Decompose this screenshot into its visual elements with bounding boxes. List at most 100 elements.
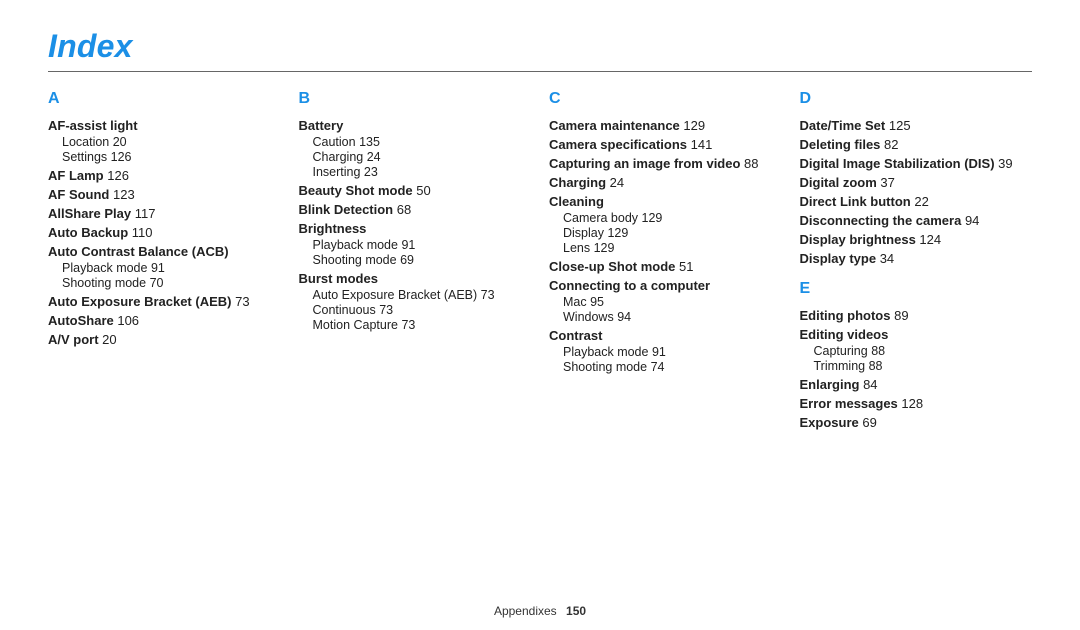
index-topic: AF Sound 123	[48, 187, 281, 202]
index-topic: Auto Contrast Balance (ACB)	[48, 244, 281, 259]
index-subtopic: Settings 126	[62, 150, 281, 164]
index-column: A AF-assist light Location 20Settings 126 A…	[48, 90, 281, 432]
index-column: C Camera maintenance 129 Camera specificat…	[549, 90, 782, 432]
page-ref: 73	[481, 288, 495, 302]
index-topic: Disconnecting the camera 94	[800, 213, 1033, 228]
index-subtopic: Capturing 88	[814, 344, 1033, 358]
letter-heading: B	[299, 90, 532, 108]
index-topic: Date/Time Set 125	[800, 118, 1033, 133]
index-topic: Blink Detection 68	[299, 202, 532, 217]
page-ref: 22	[914, 194, 928, 209]
index-subtopic: Motion Capture 73	[313, 318, 532, 332]
page-ref: 106	[117, 313, 139, 328]
index-subtopic: Location 20	[62, 135, 281, 149]
index-topic: Close-up Shot mode 51	[549, 259, 782, 274]
index-subtopic: Continuous 73	[313, 303, 532, 317]
page-ref: 126	[111, 150, 132, 164]
index-topic: Auto Exposure Bracket (AEB) 73	[48, 294, 281, 309]
index-topic: Battery	[299, 118, 532, 133]
page-ref: 117	[135, 206, 156, 221]
index-subtopic: Inserting 23	[313, 165, 532, 179]
index-subtopic: Auto Exposure Bracket (AEB) 73	[313, 288, 532, 302]
page-ref: 126	[107, 168, 129, 183]
index-topic: A/V port 20	[48, 332, 281, 347]
page-footer: Appendixes 150	[0, 604, 1080, 618]
index-topic: Editing videos	[800, 327, 1033, 342]
page-ref: 123	[113, 187, 135, 202]
index-topic: Capturing an image from video 88	[549, 156, 782, 171]
page-ref: 89	[894, 308, 908, 323]
page-ref: 128	[901, 396, 923, 411]
index-subtopic: Camera body 129	[563, 211, 782, 225]
page-ref: 20	[102, 332, 116, 347]
index-subtopic: Shooting mode 70	[62, 276, 281, 290]
page-ref: 70	[150, 276, 164, 290]
index-topic: Exposure 69	[800, 415, 1033, 430]
index-topic: Error messages 128	[800, 396, 1033, 411]
index-columns: A AF-assist light Location 20Settings 126 A…	[48, 90, 1032, 432]
page-ref: 69	[400, 253, 414, 267]
index-topic: Display brightness 124	[800, 232, 1033, 247]
page-ref: 24	[610, 175, 624, 190]
index-topic: Brightness	[299, 221, 532, 236]
page-ref: 129	[594, 241, 615, 255]
page-ref: 91	[652, 345, 666, 359]
letter-heading: E	[800, 280, 1033, 298]
index-topic: Camera maintenance 129	[549, 118, 782, 133]
index-topic: AutoShare 106	[48, 313, 281, 328]
page-ref: 51	[679, 259, 693, 274]
page-ref: 94	[617, 310, 631, 324]
letter-heading: D	[800, 90, 1033, 108]
page-ref: 73	[401, 318, 415, 332]
index-topic: Direct Link button 22	[800, 194, 1033, 209]
index-topic: Display type 34	[800, 251, 1033, 266]
page-ref: 129	[683, 118, 705, 133]
index-topic: Beauty Shot mode 50	[299, 183, 532, 198]
index-subtopic: Playback mode 91	[563, 345, 782, 359]
footer-section: Appendixes	[494, 604, 557, 618]
index-column: D Date/Time Set 125 Deleting files 82 Digit…	[800, 90, 1033, 432]
page-ref: 88	[744, 156, 758, 171]
index-subtopic: Shooting mode 74	[563, 360, 782, 374]
index-topic: Digital Image Stabilization (DIS) 39	[800, 156, 1033, 171]
page-ref: 73	[235, 294, 249, 309]
page-ref: 73	[379, 303, 393, 317]
index-topic: Enlarging 84	[800, 377, 1033, 392]
index-subtopic: Charging 24	[313, 150, 532, 164]
index-topic: AF Lamp 126	[48, 168, 281, 183]
index-topic: Auto Backup 110	[48, 225, 281, 240]
page-ref: 125	[889, 118, 911, 133]
index-topic: Deleting files 82	[800, 137, 1033, 152]
page-ref: 110	[132, 225, 153, 240]
page-ref: 50	[416, 183, 430, 198]
index-topic: Camera specifications 141	[549, 137, 782, 152]
page-title: Index	[48, 28, 1032, 65]
page-ref: 91	[401, 238, 415, 252]
page-ref: 95	[590, 295, 604, 309]
index-topic: Connecting to a computer	[549, 278, 782, 293]
page-ref: 84	[863, 377, 877, 392]
page-ref: 124	[919, 232, 941, 247]
index-topic: Burst modes	[299, 271, 532, 286]
page-ref: 34	[880, 251, 894, 266]
index-topic: AF-assist light	[48, 118, 281, 133]
page-ref: 68	[397, 202, 411, 217]
index-subtopic: Shooting mode 69	[313, 253, 532, 267]
index-topic: AllShare Play 117	[48, 206, 281, 221]
page-ref: 23	[364, 165, 378, 179]
index-topic: Charging 24	[549, 175, 782, 190]
index-topic: Editing photos 89	[800, 308, 1033, 323]
letter-heading: A	[48, 90, 281, 108]
page-ref: 24	[367, 150, 381, 164]
page-ref: 141	[691, 137, 713, 152]
page-ref: 94	[965, 213, 979, 228]
index-subtopic: Lens 129	[563, 241, 782, 255]
page-ref: 88	[871, 344, 885, 358]
page-ref: 135	[359, 135, 380, 149]
page-ref: 20	[113, 135, 127, 149]
letter-heading: C	[549, 90, 782, 108]
page-ref: 37	[880, 175, 894, 190]
page-ref: 129	[642, 211, 663, 225]
index-topic: Digital zoom 37	[800, 175, 1033, 190]
page-ref: 69	[862, 415, 876, 430]
